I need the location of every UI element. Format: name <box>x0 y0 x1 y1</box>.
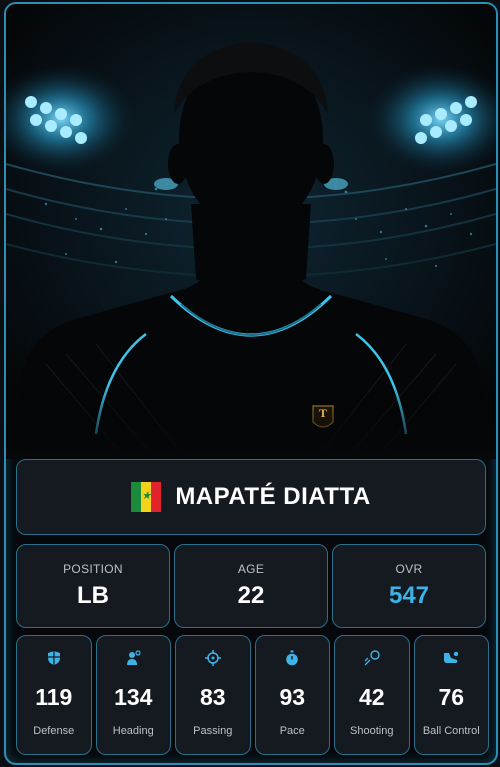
stat-defense-value: 119 <box>35 684 73 710</box>
stat-shooting-value: 42 <box>358 684 385 710</box>
stat-ball-control-label: Ball Control <box>422 725 480 737</box>
position-box: POSITION LB <box>16 544 170 628</box>
heading-player-icon <box>127 650 141 665</box>
age-label: AGE <box>237 562 265 576</box>
age-box: AGE 22 <box>174 544 328 628</box>
crosshair-icon <box>204 650 221 666</box>
player-name: MAPATÉ DIATTA <box>175 483 371 510</box>
player-card: T ★ MAPATÉ DIATTA POSITION LB AGE 22 OVR… <box>4 2 498 765</box>
ovr-label: OVR <box>395 562 423 576</box>
stat-defense-label: Defense <box>33 725 75 737</box>
stat-heading: 134 Heading <box>95 635 171 755</box>
stat-heading-label: Heading <box>112 725 154 737</box>
position-value: LB <box>77 582 109 609</box>
player-portrait: T <box>6 4 496 459</box>
stat-passing-value: 83 <box>199 684 226 710</box>
ovr-value: 547 <box>388 582 430 609</box>
stat-defense: 119 Defense <box>16 635 92 755</box>
jersey-badge-letter: T <box>318 406 327 420</box>
stopwatch-icon <box>286 650 299 666</box>
stat-pace-label: Pace <box>279 725 305 737</box>
stat-passing-label: Passing <box>193 725 233 737</box>
age-value: 22 <box>237 582 265 609</box>
ovr-box: OVR 547 <box>332 544 486 628</box>
shield-icon <box>47 651 60 665</box>
stat-pace: 93 Pace <box>254 635 330 755</box>
stat-shooting: 42 Shooting <box>334 635 410 755</box>
senegal-flag-icon: ★ <box>131 482 162 512</box>
stat-ball-control-value: 76 <box>438 684 465 710</box>
ball-shot-icon <box>364 650 380 666</box>
info-row: POSITION LB AGE 22 OVR 547 <box>16 544 486 628</box>
position-label: POSITION <box>63 562 123 576</box>
boot-icon <box>444 651 459 663</box>
stat-heading-value: 134 <box>114 684 153 710</box>
stat-shooting-label: Shooting <box>350 725 394 737</box>
player-name-box: ★ MAPATÉ DIATTA <box>16 459 486 535</box>
stat-passing: 83 Passing <box>175 635 251 755</box>
stats-row: 119 Defense 134 Heading 83 Passing 93 Pa… <box>16 635 489 755</box>
stat-ball-control: 76 Ball Control <box>413 635 489 755</box>
stat-pace-value: 93 <box>279 684 306 710</box>
stadium-silhouette-image <box>6 4 496 459</box>
